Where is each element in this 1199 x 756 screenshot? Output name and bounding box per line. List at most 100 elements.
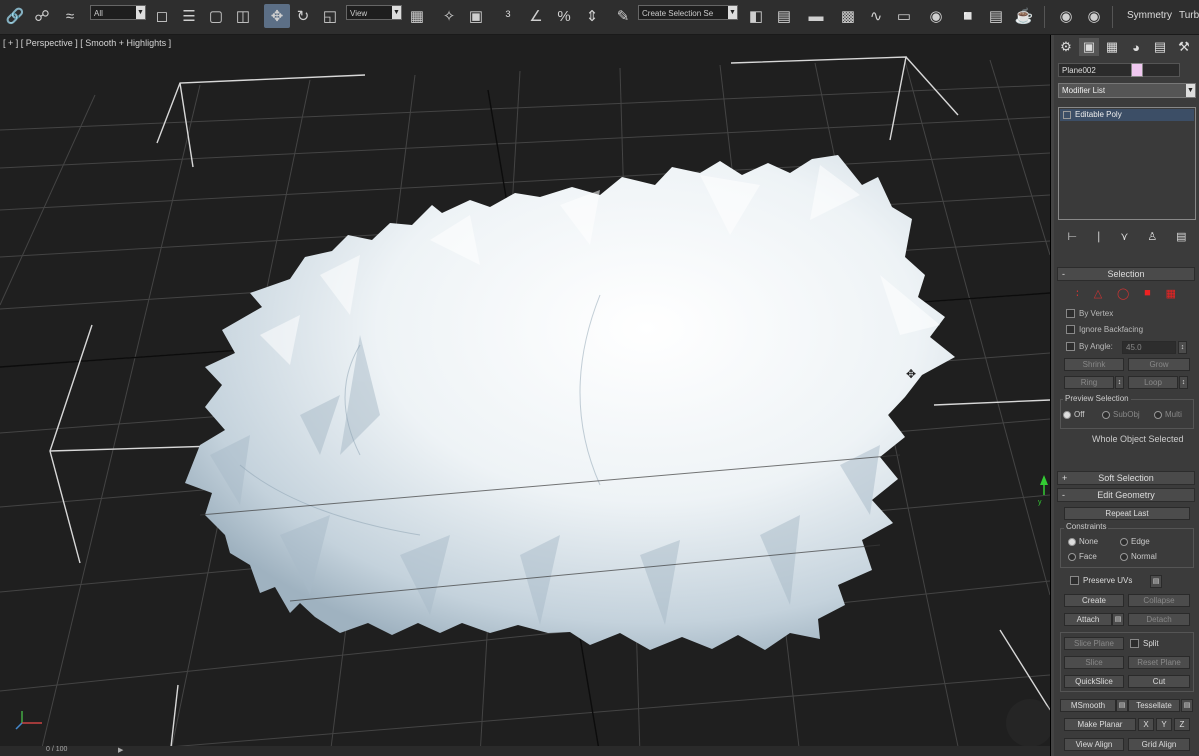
display-tab-icon[interactable]: ▤ bbox=[1150, 38, 1170, 56]
spinner-snap-icon[interactable]: ⇕ bbox=[580, 4, 604, 28]
select-and-move-icon[interactable]: ✥ bbox=[264, 4, 290, 28]
repeat-last-button[interactable]: Repeat Last bbox=[1064, 507, 1190, 520]
modify-tab-icon[interactable]: ▣ bbox=[1079, 38, 1099, 56]
angle-snap-icon[interactable]: ∠ bbox=[524, 4, 548, 28]
constraint-edge-radio[interactable]: Edge bbox=[1120, 537, 1150, 546]
msmooth-button[interactable]: MSmooth bbox=[1060, 699, 1116, 712]
select-object-icon[interactable]: ◻ bbox=[151, 4, 173, 28]
quickslice-button[interactable]: QuickSlice bbox=[1064, 675, 1124, 688]
element-mode-icon[interactable]: ▦ bbox=[1166, 287, 1176, 300]
ring-spinner-icon[interactable]: ↕ bbox=[1115, 376, 1124, 389]
by-angle-value-field[interactable]: 45.0 bbox=[1122, 341, 1176, 354]
select-manipulate-icon[interactable]: ✧ bbox=[438, 4, 460, 28]
detach-button[interactable]: Detach bbox=[1128, 613, 1190, 626]
preview-subobj-radio[interactable]: SubObj bbox=[1102, 410, 1140, 419]
percent-snap-icon[interactable]: % bbox=[552, 4, 576, 28]
object-name-field[interactable]: Plane002 bbox=[1058, 63, 1180, 77]
edit-named-selection-icon[interactable]: ✎ bbox=[612, 4, 634, 28]
view-align-button[interactable]: View Align bbox=[1064, 738, 1124, 751]
make-planar-z-button[interactable]: Z bbox=[1174, 718, 1190, 731]
slice-plane-button[interactable]: Slice Plane bbox=[1064, 637, 1124, 650]
rectangular-selection-icon[interactable]: ▢ bbox=[205, 4, 227, 28]
make-planar-x-button[interactable]: X bbox=[1138, 718, 1154, 731]
named-selection-dropdown[interactable]: Create Selection Se ▼ bbox=[638, 5, 738, 20]
ignore-backfacing-checkbox[interactable]: Ignore Backfacing bbox=[1066, 325, 1143, 335]
constraint-none-radio[interactable]: None bbox=[1068, 537, 1098, 546]
align-icon[interactable]: ▤ bbox=[772, 4, 796, 28]
pivot-center-icon[interactable]: ▦ bbox=[406, 4, 428, 28]
loop-button[interactable]: Loop bbox=[1128, 376, 1178, 389]
preview-off-radio[interactable]: Off bbox=[1063, 410, 1085, 419]
window-crossing-icon[interactable]: ◫ bbox=[232, 4, 254, 28]
create-tab-icon[interactable]: ⚙ bbox=[1056, 38, 1076, 56]
select-by-name-icon[interactable]: ☰ bbox=[178, 4, 200, 28]
material-editor-icon[interactable]: ◉ bbox=[924, 4, 948, 28]
msmooth-settings-icon[interactable]: ▤ bbox=[1116, 699, 1128, 712]
reference-coordinate-dropdown[interactable]: View ▼ bbox=[346, 5, 402, 20]
selection-filter-dropdown[interactable]: All ▼ bbox=[90, 5, 146, 20]
object-color-swatch[interactable] bbox=[1131, 63, 1143, 77]
tessellate-button[interactable]: Tessellate bbox=[1128, 699, 1180, 712]
perspective-viewport[interactable]: [ + ] [ Perspective ] [ Smooth + Highlig… bbox=[0, 35, 1051, 756]
select-and-rotate-icon[interactable]: ↻ bbox=[292, 4, 314, 28]
ring-button[interactable]: Ring bbox=[1064, 376, 1114, 389]
remove-modifier-icon[interactable]: ♙ bbox=[1147, 230, 1157, 243]
turbosmooth-modifier-button[interactable]: Turb bbox=[1179, 10, 1199, 21]
time-slider-next-icon[interactable]: ▶ bbox=[118, 746, 123, 754]
shrink-button[interactable]: Shrink bbox=[1064, 358, 1124, 371]
tessellate-settings-icon[interactable]: ▤ bbox=[1181, 699, 1193, 712]
border-mode-icon[interactable]: ◯ bbox=[1117, 287, 1129, 300]
viewport-label[interactable]: [ + ] [ Perspective ] [ Smooth + Highlig… bbox=[3, 38, 171, 48]
by-angle-checkbox[interactable]: By Angle: bbox=[1066, 342, 1113, 352]
preserve-uvs-settings-icon[interactable]: ▤ bbox=[1150, 575, 1162, 588]
slice-button[interactable]: Slice bbox=[1064, 656, 1124, 669]
modifier-list-dropdown[interactable]: Modifier List ▼ bbox=[1058, 83, 1196, 98]
cut-button[interactable]: Cut bbox=[1128, 675, 1190, 688]
modifier-quick-button-1-icon[interactable]: ◉ bbox=[1054, 4, 1078, 28]
configure-modifier-sets-icon[interactable]: ▤ bbox=[1176, 230, 1186, 243]
bind-to-space-warp-icon[interactable]: ≈ bbox=[58, 4, 82, 28]
transform-gizmo[interactable]: ✥ bbox=[906, 367, 916, 381]
render-setup-icon[interactable]: ◽ bbox=[956, 4, 980, 28]
utilities-tab-icon[interactable]: ⚒ bbox=[1174, 38, 1194, 56]
soft-selection-rollout-header[interactable]: + Soft Selection bbox=[1057, 471, 1195, 485]
select-and-link-icon[interactable]: 🔗 bbox=[4, 4, 26, 28]
symmetry-modifier-button[interactable]: Symmetry bbox=[1127, 10, 1172, 21]
grow-button[interactable]: Grow bbox=[1128, 358, 1190, 371]
cloud-mesh[interactable] bbox=[185, 155, 955, 650]
reset-plane-button[interactable]: Reset Plane bbox=[1128, 656, 1190, 669]
layer-manager-icon[interactable]: ▬ bbox=[804, 4, 828, 28]
snaps-toggle-icon[interactable]: ³ bbox=[496, 4, 520, 28]
loop-spinner-icon[interactable]: ↕ bbox=[1179, 376, 1188, 389]
edge-mode-icon[interactable]: △ bbox=[1094, 287, 1102, 300]
attach-list-icon[interactable]: ▤ bbox=[1112, 613, 1124, 626]
motion-tab-icon[interactable]: ◕ bbox=[1126, 38, 1146, 56]
mirror-icon[interactable]: ◧ bbox=[744, 4, 768, 28]
time-slider[interactable]: 0 / 100 ▶ bbox=[0, 746, 1050, 756]
collapse-button[interactable]: Collapse bbox=[1128, 594, 1190, 607]
preview-multi-radio[interactable]: Multi bbox=[1154, 410, 1182, 419]
render-production-icon[interactable]: ☕ bbox=[1012, 4, 1036, 28]
edit-geometry-rollout-header[interactable]: - Edit Geometry bbox=[1057, 488, 1195, 502]
polygon-mode-icon[interactable]: ■ bbox=[1144, 287, 1151, 299]
show-end-result-icon[interactable]: ∣ bbox=[1096, 230, 1102, 243]
preserve-uvs-checkbox[interactable]: Preserve UVs bbox=[1070, 576, 1132, 586]
grid-align-button[interactable]: Grid Align bbox=[1128, 738, 1190, 751]
select-and-scale-icon[interactable]: ◱ bbox=[319, 4, 341, 28]
by-vertex-checkbox[interactable]: By Vertex bbox=[1066, 309, 1113, 319]
stack-item-toggle-icon[interactable] bbox=[1063, 110, 1071, 119]
make-planar-button[interactable]: Make Planar bbox=[1064, 718, 1136, 731]
create-button[interactable]: Create bbox=[1064, 594, 1124, 607]
modifier-stack-item[interactable]: Editable Poly bbox=[1060, 109, 1194, 121]
attach-button[interactable]: Attach bbox=[1064, 613, 1112, 626]
selection-rollout-header[interactable]: - Selection bbox=[1057, 267, 1195, 281]
schematic-view-icon[interactable]: ▭ bbox=[892, 4, 916, 28]
unlink-selection-icon[interactable]: ☍ bbox=[30, 4, 54, 28]
pin-stack-icon[interactable]: ⊢ bbox=[1067, 230, 1077, 243]
modifier-stack[interactable]: Editable Poly bbox=[1058, 107, 1196, 220]
modifier-quick-button-2-icon[interactable]: ◉ bbox=[1082, 4, 1106, 28]
split-checkbox[interactable]: Split bbox=[1130, 639, 1159, 649]
by-angle-spinner-icon[interactable]: ↕ bbox=[1178, 341, 1187, 354]
make-planar-y-button[interactable]: Y bbox=[1156, 718, 1172, 731]
constraint-normal-radio[interactable]: Normal bbox=[1120, 552, 1157, 561]
